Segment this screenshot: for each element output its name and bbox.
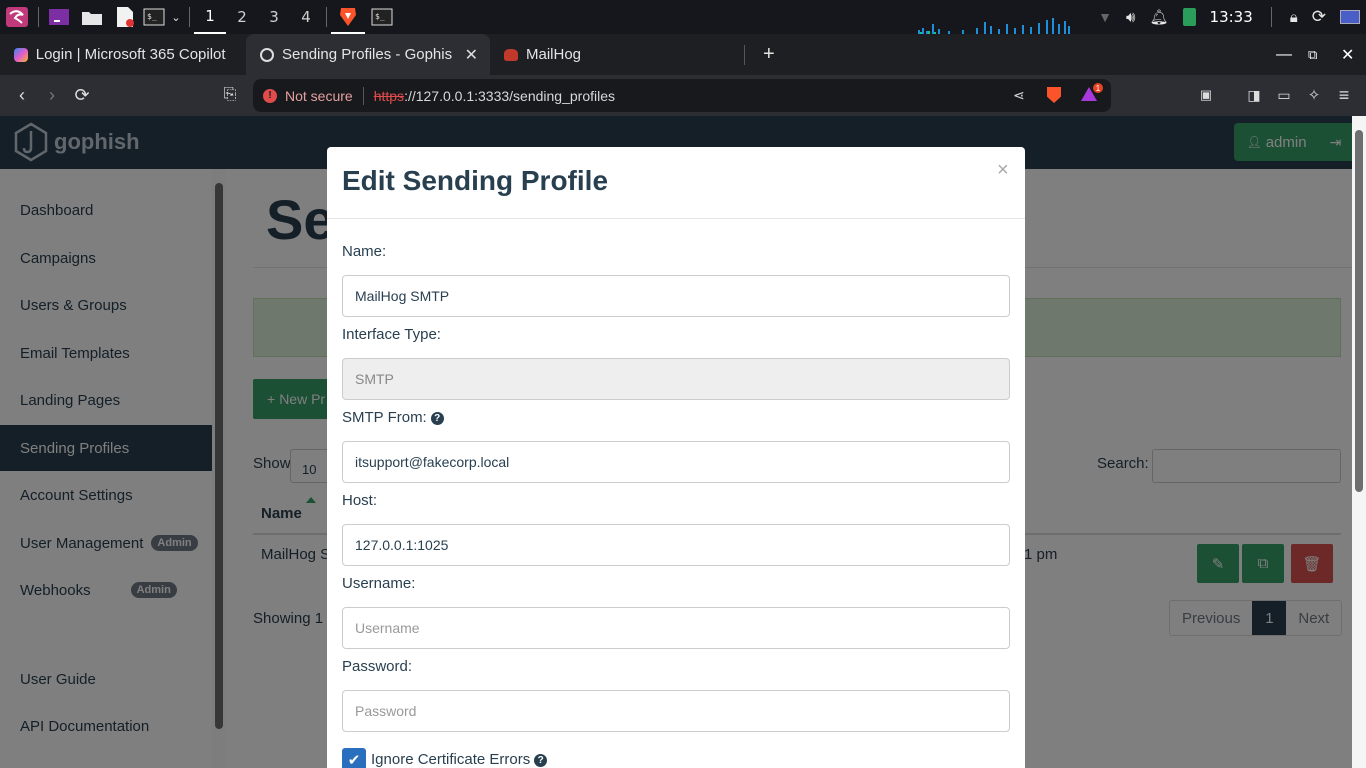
smtp-from-text: SMTP From:	[342, 409, 427, 426]
notification-bell-icon[interactable]: 🔔︎	[1149, 8, 1168, 26]
kali-menu-icon[interactable]	[0, 0, 34, 34]
bookmark-icon[interactable]: ⎘	[218, 83, 242, 107]
password-label: Password:	[342, 658, 413, 675]
tab-label: MailHog	[526, 46, 582, 63]
username-label: Username:	[342, 575, 416, 592]
tab-mailhog[interactable]: MailHog	[490, 34, 740, 75]
modal-title: Edit Sending Profile	[342, 165, 609, 196]
interface-type-field[interactable]: SMTP	[342, 358, 1010, 400]
new-tab-button[interactable]: +	[749, 34, 779, 75]
forward-arrow-icon[interactable]: ›	[40, 83, 64, 107]
page-scrollbar[interactable]	[1352, 116, 1366, 768]
workspace-3[interactable]: 3	[258, 0, 290, 34]
workspace-4[interactable]: 4	[290, 0, 322, 34]
menu-icon[interactable]: ≡	[1332, 83, 1356, 107]
address-bar[interactable]: ! Not secure https ://127.0.0.1:3333/sen…	[253, 79, 1111, 112]
workspace-1[interactable]: 1	[194, 0, 226, 34]
page-scrollbar-thumb[interactable]	[1355, 130, 1363, 492]
not-secure-label[interactable]: Not secure	[285, 88, 353, 104]
username-field[interactable]: Username	[342, 607, 1010, 649]
ignore-cert-checkbox[interactable]: ✔	[342, 748, 366, 768]
gophish-favicon-icon	[260, 47, 274, 62]
smtp-from-field[interactable]: itsupport@fakecorp.local	[342, 441, 1010, 483]
network-graph-icon	[918, 18, 1070, 34]
not-secure-icon: !	[263, 88, 277, 103]
password-field[interactable]: Password	[342, 690, 1010, 732]
refresh-session-icon[interactable]: ⟳	[1312, 7, 1326, 27]
name-field[interactable]: MailHog SMTP	[342, 275, 1010, 317]
svg-text:$_: $_	[147, 12, 157, 21]
close-icon[interactable]: ×	[997, 159, 1009, 182]
brave-taskbar-icon[interactable]	[331, 0, 365, 34]
modal-header-divider	[327, 218, 1025, 219]
interface-type-label: Interface Type:	[342, 326, 441, 343]
edit-sending-profile-modal: Edit Sending Profile × Name: MailHog SMT…	[327, 147, 1025, 768]
brave-shields-icon[interactable]	[1047, 87, 1061, 103]
help-question-icon[interactable]: ?	[430, 411, 444, 425]
minimize-window-icon[interactable]: —	[1276, 34, 1292, 75]
browser-tabstrip: Login | Microsoft 365 Copilot Sending Pr…	[0, 34, 1366, 75]
tab-label: Login | Microsoft 365 Copilot	[35, 46, 226, 63]
close-tab-icon[interactable]: ✕	[465, 45, 478, 65]
terminal-icon[interactable]: $_	[141, 0, 167, 34]
chevron-down-icon[interactable]: ⌄	[167, 0, 185, 34]
rewards-count-badge: 1	[1093, 83, 1103, 93]
wallet-icon[interactable]: ▭	[1272, 83, 1296, 107]
share-icon[interactable]: ⋖	[1013, 87, 1025, 104]
os-taskbar: $_ ⌄ 1 2 3 4 $_ ▼ 🔊︎ 🔔︎ 13:33 🔒︎ ⟳	[0, 0, 1366, 34]
ignore-cert-label: Ignore Certificate Errors?	[371, 751, 548, 768]
ignore-cert-text: Ignore Certificate Errors	[371, 751, 531, 768]
url-text: ://127.0.0.1:3333/sending_profiles	[404, 87, 615, 104]
workspace-2[interactable]: 2	[226, 0, 258, 34]
leo-ai-icon[interactable]: ✧	[1302, 83, 1326, 107]
browser-toolbar: ‹ › ⟳ ⎘ ! Not secure https ://127.0.0.1:…	[0, 75, 1366, 116]
display-settings-icon[interactable]	[1340, 10, 1360, 24]
tab-label: Sending Profiles - Gophish	[282, 46, 452, 63]
lock-screen-icon[interactable]: 🔒︎	[1290, 9, 1298, 26]
reload-icon[interactable]: ⟳	[70, 83, 94, 107]
terminal-launcher-icon[interactable]	[43, 0, 75, 34]
host-field[interactable]: 127.0.0.1:1025	[342, 524, 1010, 566]
file-manager-icon[interactable]	[75, 0, 109, 34]
clock[interactable]: 13:33	[1210, 8, 1253, 26]
close-window-icon[interactable]: ✕	[1341, 34, 1354, 75]
svg-text:$_: $_	[375, 12, 385, 21]
name-label: Name:	[342, 243, 387, 260]
sidebar-toggle-icon[interactable]: ◨	[1242, 83, 1266, 107]
vpn-shield-icon[interactable]: ▼	[1098, 9, 1112, 25]
reader-mode-icon[interactable]: ▣	[1194, 83, 1218, 107]
smtp-from-label: SMTP From:?	[342, 409, 444, 426]
terminal-window-icon[interactable]: $_	[365, 0, 399, 34]
tab-copilot[interactable]: Login | Microsoft 365 Copilot	[0, 34, 246, 75]
help-question-icon[interactable]: ?	[534, 753, 548, 767]
host-label: Host:	[342, 492, 378, 509]
url-scheme: https	[373, 87, 405, 104]
battery-icon	[1182, 8, 1196, 26]
volume-icon[interactable]: 🔊︎	[1126, 9, 1135, 26]
mailhog-pig-icon	[504, 48, 518, 61]
tab-sending-profiles[interactable]: Sending Profiles - Gophish ✕	[246, 34, 490, 75]
maximize-window-icon[interactable]: ⧉	[1308, 34, 1317, 75]
copilot-icon	[14, 47, 28, 62]
back-arrow-icon[interactable]: ‹	[10, 83, 34, 107]
text-editor-icon[interactable]	[109, 0, 141, 34]
